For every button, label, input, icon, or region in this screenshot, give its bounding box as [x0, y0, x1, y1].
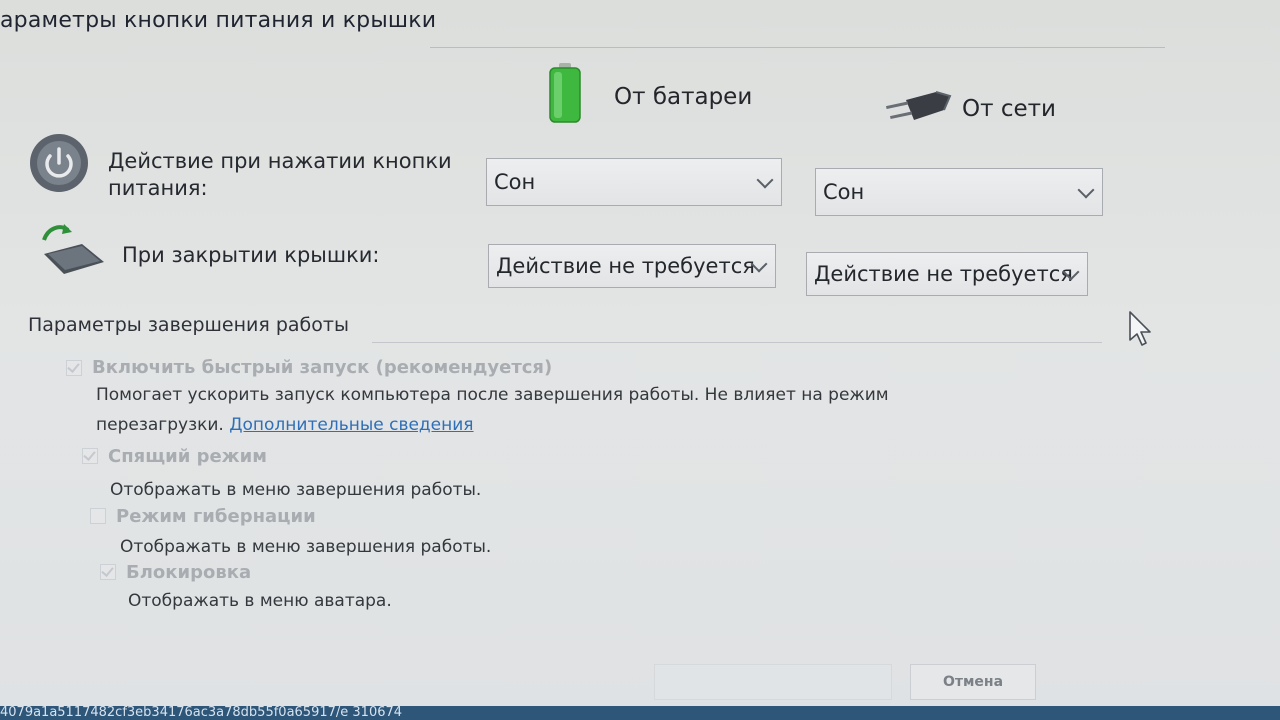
sleep-label: Спящий режим [108, 446, 267, 467]
power-button-battery-value: Сон [494, 170, 536, 194]
lid-ac-value: Действие не требуется [814, 262, 1073, 286]
fast-startup-desc: Помогает ускорить запуск компьютера посл… [96, 385, 889, 405]
lock-label: Блокировка [126, 562, 252, 583]
power-button-ac-value: Сон [823, 180, 865, 204]
mouse-cursor-icon [1129, 311, 1151, 346]
power-button-icon [30, 134, 88, 192]
lid-battery-value: Действие не требуется [496, 254, 755, 278]
battery-icon [549, 63, 581, 123]
power-button-battery-select[interactable]: Сон [486, 158, 782, 206]
lid-label: При закрытии крышки: [122, 243, 380, 267]
sleep-checkbox[interactable] [82, 448, 98, 464]
page-title: араметры кнопки питания и крышки [0, 8, 437, 33]
fast-startup-checkbox[interactable] [66, 360, 82, 376]
fast-startup-label: Включить быстрый запуск (рекомендуется) [92, 357, 553, 378]
hibernate-label: Режим гибернации [116, 506, 316, 527]
hibernate-desc: Отображать в меню завершения работы. [120, 537, 492, 557]
laptop-lid-icon [42, 224, 104, 274]
power-button-ac-select[interactable]: Сон [815, 168, 1103, 216]
power-button-label: Действие при нажатии кнопки питания: [108, 149, 452, 200]
save-changes-button[interactable] [654, 664, 892, 700]
more-info-link[interactable]: Дополнительные сведения [229, 415, 473, 435]
shutdown-divider [372, 342, 1102, 343]
status-bar: 4079a1a5117482cf3eb34176ac3a78db55f0a659… [0, 706, 1280, 720]
fast-startup-desc-2: перезагрузки. Дополнительные сведения [96, 415, 474, 435]
shutdown-settings-heading: Параметры завершения работы [28, 314, 349, 336]
column-header-battery: От батареи [614, 84, 753, 110]
cancel-button[interactable]: Отмена [910, 664, 1036, 700]
sleep-desc: Отображать в меню завершения работы. [110, 480, 482, 500]
title-divider [430, 47, 1165, 48]
chevron-down-icon [756, 171, 774, 189]
lock-desc: Отображать в меню аватара. [128, 591, 392, 611]
lid-battery-select[interactable]: Действие не требуется [488, 244, 776, 288]
lock-checkbox[interactable] [100, 564, 116, 580]
hibernate-checkbox[interactable] [90, 508, 106, 524]
fast-startup-desc-line2: перезагрузки. [96, 415, 224, 435]
column-header-ac: От сети [962, 96, 1056, 122]
power-plug-icon [886, 91, 952, 120]
lid-ac-select[interactable]: Действие не требуется [806, 252, 1088, 296]
chevron-down-icon [1077, 181, 1095, 199]
